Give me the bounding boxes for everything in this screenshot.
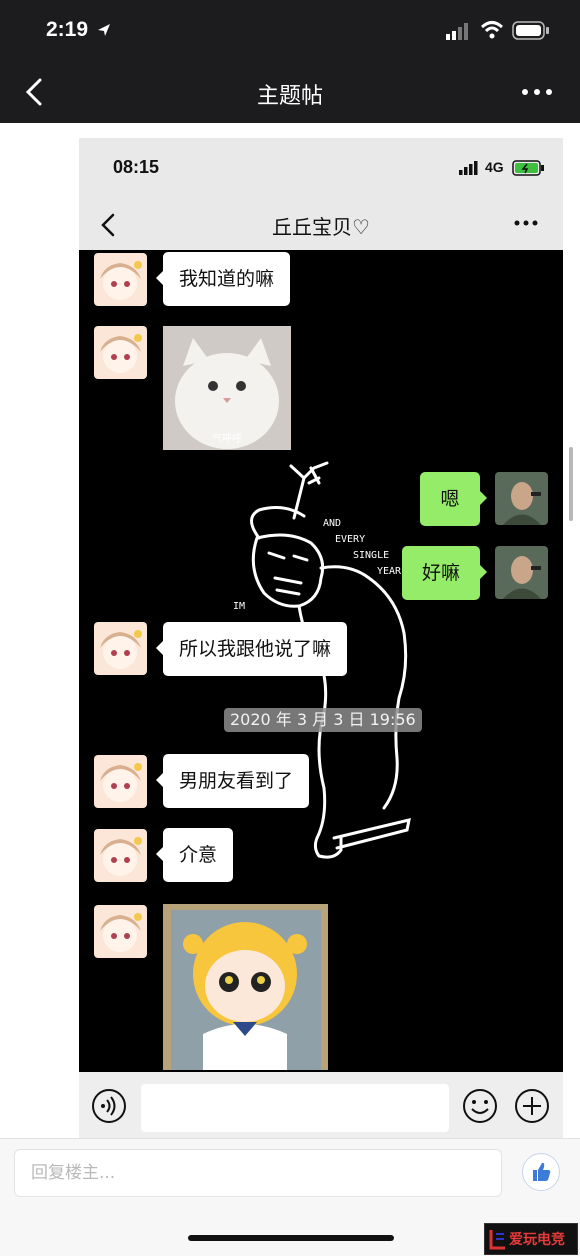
message-bubble[interactable]: 男朋友看到了 [155,754,310,808]
app-top-bar: 2:19 主题帖 [0,0,580,123]
anime-girl-avatar-icon [94,905,147,958]
message-bubble[interactable]: 我知道的嘛 [155,252,291,306]
voice-icon[interactable] [91,1088,127,1124]
wallpaper-word: EVERY [335,534,366,545]
watermark-logo: 爱玩电竞 [484,1223,578,1255]
scrollbar[interactable] [569,447,573,521]
friend-avatar[interactable] [94,829,147,882]
plus-icon[interactable] [514,1088,550,1124]
signal-icon [446,23,468,40]
message-bubble[interactable]: 好嘛 [402,546,487,600]
emoji-icon[interactable] [462,1088,498,1124]
network-type: 4G [485,159,504,175]
message-bubble[interactable]: 所以我跟他说了嘛 [155,622,348,676]
status-time: 2:19 [46,18,89,41]
anime-girl-avatar-icon [94,326,147,379]
inner-battery-icon [512,160,544,176]
page-title: 主题帖 [256,84,323,109]
wallpaper-word: IM [233,601,246,612]
my-avatar[interactable] [495,472,548,525]
battery-icon [512,21,549,40]
anime-girl-avatar-icon [94,253,147,306]
chat-text-input[interactable] [141,1084,449,1132]
watermark-text: 爱玩电竞 [509,1232,565,1248]
wallpaper-word: AND [323,518,342,529]
chat-input-bar [79,1072,563,1138]
friend-avatar[interactable] [94,622,147,675]
my-avatar[interactable] [495,546,548,599]
logo-mark-icon [489,1230,505,1250]
sticker-caption: 气呼呼 [212,434,242,445]
inner-signal-icon [459,161,478,175]
message-bubble[interactable]: 嗯 [420,472,487,526]
friend-avatar[interactable] [94,253,147,306]
man-photo-avatar-icon [495,546,548,599]
like-button[interactable] [522,1153,560,1191]
wallpaper-word: YEAR [377,566,402,577]
anime-girl-avatar-icon [94,829,147,882]
more-icon[interactable] [515,80,559,104]
chat-more-icon[interactable] [513,218,541,228]
man-photo-avatar-icon [495,472,548,525]
message-bubble[interactable]: 介意 [155,828,234,882]
inner-status-time: 08:15 [113,157,160,177]
anime-girl-avatar-icon [94,755,147,808]
thumbs-up-icon [533,1162,551,1181]
reply-bar: 回复楼主... 爱玩电竞 [0,1138,580,1256]
wallpaper-word: SINGLE [353,550,390,561]
friend-avatar[interactable] [94,326,147,379]
post-screenshot-image[interactable]: AND EVERY SINGLE YEAR IM 08:15 4G 丘丘宝贝♡ … [79,138,563,1138]
home-indicator [188,1235,394,1241]
friend-avatar[interactable] [94,905,147,958]
friend-avatar[interactable] [94,755,147,808]
popuko-sticker-image [163,904,328,1070]
location-arrow-icon [98,24,110,36]
chat-title: 丘丘宝贝♡ [272,215,370,239]
anime-girl-avatar-icon [94,622,147,675]
chat-header: 08:15 4G 丘丘宝贝♡ [79,138,563,250]
anime-sticker[interactable] [163,904,328,1070]
wallpaper-text: AND EVERY SINGLE YEAR [323,516,401,580]
reply-input[interactable]: 回复楼主... [14,1149,502,1197]
wifi-icon [480,21,504,39]
cat-sticker[interactable]: 气呼呼 [163,326,291,450]
chat-timestamp: 2020 年 3 月 3 日 19:56 [224,708,422,732]
